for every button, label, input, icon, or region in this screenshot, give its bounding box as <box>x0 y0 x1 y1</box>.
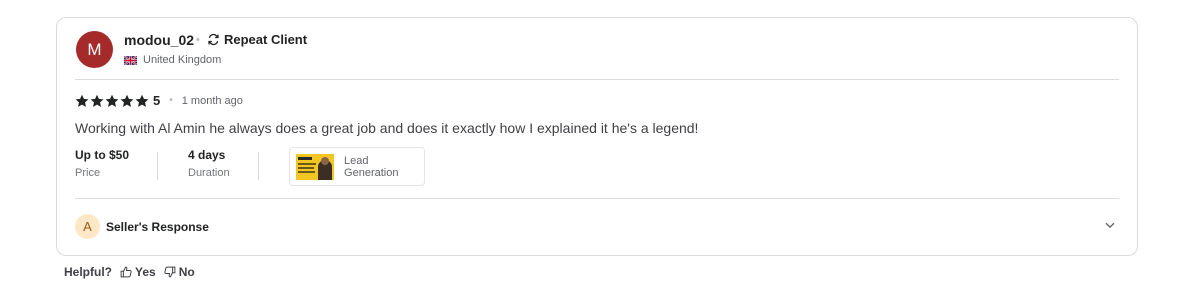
thumbs-up-icon <box>120 266 132 278</box>
avatar[interactable]: M <box>76 31 113 68</box>
repeat-icon <box>208 33 219 46</box>
gig-thumbnail <box>296 153 335 180</box>
star-icon <box>120 94 134 107</box>
star-icon <box>135 94 149 107</box>
duration-label: Duration <box>188 167 230 179</box>
star-icon <box>75 94 89 107</box>
helpful-yes-label: Yes <box>135 265 156 279</box>
country-name: United Kingdom <box>143 54 222 66</box>
rating-value: 5 <box>153 93 161 108</box>
helpful-row: Helpful? Yes No <box>64 265 195 279</box>
price-label: Price <box>75 167 101 179</box>
thumbs-down-icon <box>164 266 176 278</box>
vertical-divider <box>157 152 158 180</box>
reviewer-country: United Kingdom <box>124 54 221 66</box>
uk-flag-icon <box>124 55 137 65</box>
reviewer-username[interactable]: modou_02 <box>124 32 194 48</box>
helpful-no-label: No <box>178 265 195 279</box>
price-value: Up to $50 <box>75 148 130 162</box>
rating-row: 5 • 1 month ago <box>75 93 243 108</box>
star-rating <box>75 94 149 108</box>
chevron-down-icon[interactable] <box>1103 218 1117 232</box>
review-time: 1 month ago <box>181 94 243 107</box>
duration-value: 4 days <box>188 148 226 162</box>
repeat-client-label: Repeat Client <box>224 32 308 47</box>
helpful-yes-button[interactable]: Yes <box>120 265 156 279</box>
helpful-no-button[interactable]: No <box>164 265 195 279</box>
review-card: M modou_02 • Repeat Client United Kingdo… <box>56 17 1138 256</box>
repeat-client-badge: Repeat Client <box>207 32 307 47</box>
duration-block: 4 days Duration <box>188 148 230 179</box>
seller-avatar: A <box>75 214 100 239</box>
star-icon <box>105 94 119 107</box>
separator-dot: • <box>169 95 173 106</box>
seller-response-toggle[interactable]: A Seller's Response <box>75 214 209 239</box>
star-icon <box>90 94 104 107</box>
separator-dot: • <box>196 34 200 46</box>
helpful-question: Helpful? <box>64 265 112 279</box>
gig-title: Lead Generation <box>344 154 399 179</box>
vertical-divider <box>258 152 259 180</box>
review-text: Working with Al Amin he always does a gr… <box>75 120 699 136</box>
price-block: Up to $50 Price <box>75 148 129 179</box>
seller-response-label: Seller's Response <box>106 219 209 234</box>
divider <box>75 79 1119 80</box>
divider <box>75 198 1119 199</box>
gig-link[interactable]: Lead Generation <box>289 147 425 186</box>
